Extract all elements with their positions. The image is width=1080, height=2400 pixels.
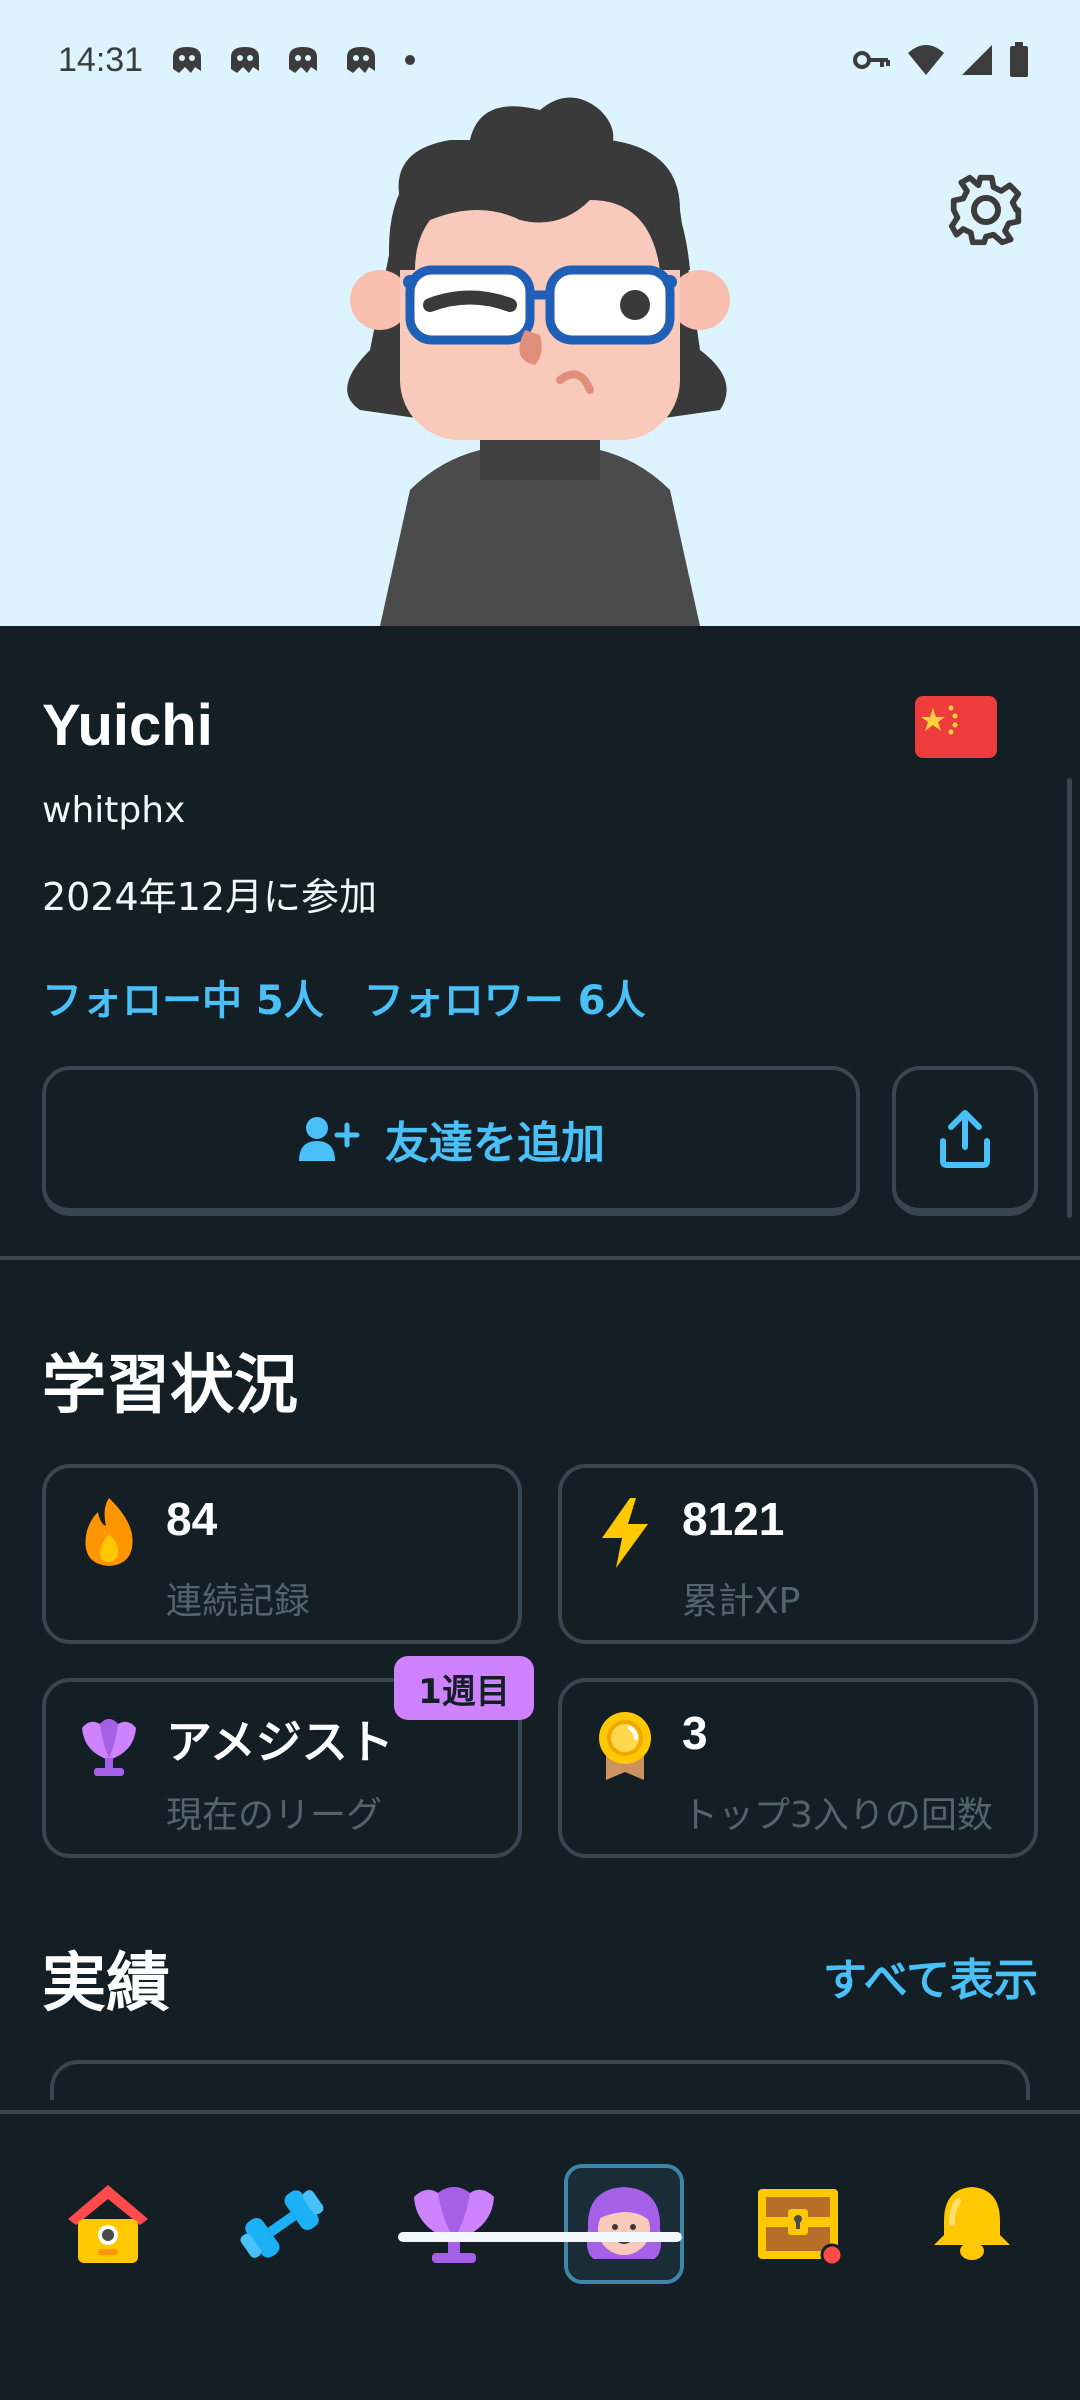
scrollbar[interactable]: [1067, 778, 1072, 1218]
top3-card[interactable]: 3 トップ3入りの回数: [558, 1678, 1038, 1858]
wifi-icon: [908, 45, 944, 75]
league-week-badge: 1週目: [394, 1656, 534, 1720]
top3-value: 3: [682, 1707, 708, 1759]
following-link[interactable]: フォロー中 5人: [42, 968, 324, 1026]
followers-link[interactable]: フォロワー 6人: [364, 968, 646, 1026]
practice-dumbbell-icon: [240, 2190, 324, 2258]
notification-app-icon: [173, 47, 202, 73]
profile-avatar-icon: [586, 2187, 662, 2259]
status-time: 14:31: [58, 40, 144, 79]
display-name: Yuichi: [42, 693, 213, 758]
streak-label: 連続記録: [166, 1581, 311, 1622]
settings-gear-icon[interactable]: [948, 172, 1024, 248]
amethyst-trophy-icon: [82, 1719, 136, 1776]
total-xp-label: 累計XP: [682, 1581, 801, 1622]
nav-notifications[interactable]: [912, 2164, 1032, 2284]
china-flag-icon[interactable]: [915, 696, 997, 758]
username: whitphx: [42, 790, 186, 831]
total-xp-card[interactable]: 8121 累計XP: [558, 1464, 1038, 1644]
section-divider: [0, 1256, 1080, 1260]
achievements-list-peek: [50, 2060, 1030, 2100]
league-value: アメジスト: [166, 1716, 394, 1768]
battery-icon: [1010, 42, 1028, 77]
vpn-key-icon: [853, 51, 890, 69]
total-xp-value: 8121: [682, 1493, 785, 1545]
add-friend-label: 友達を追加: [385, 1118, 605, 1169]
nav-practice[interactable]: [222, 2164, 342, 2284]
share-profile-button[interactable]: [892, 1066, 1038, 1216]
league-trophy-icon: [414, 2187, 494, 2263]
streak-card[interactable]: 84 連続記録: [42, 1464, 522, 1644]
medal-icon: [599, 1712, 651, 1780]
streak-value: 84: [166, 1493, 218, 1545]
treasure-chest-icon: [758, 2189, 844, 2267]
share-icon: [940, 1110, 990, 1168]
more-notifications-dot-icon: [405, 55, 416, 65]
nav-shop[interactable]: [738, 2164, 858, 2284]
nav-leaderboard[interactable]: [394, 2164, 514, 2284]
top3-label: トップ3入りの回数: [682, 1795, 993, 1836]
gesture-home-bar[interactable]: [398, 2232, 682, 2242]
cell-signal-icon: [962, 45, 992, 75]
flame-icon: [85, 1498, 133, 1566]
status-icons: [852, 42, 1030, 78]
notification-app-icon: [231, 47, 260, 73]
notification-app-icon: [347, 47, 376, 73]
home-icon: [68, 2185, 148, 2263]
nav-home[interactable]: [48, 2164, 168, 2284]
joined-date: 2024年12月に参加: [42, 875, 378, 919]
profile-header: 14:31: [0, 0, 1080, 626]
achievements-title: 実績: [42, 1947, 170, 2019]
lightning-icon: [602, 1498, 648, 1568]
league-label: 現在のリーグ: [166, 1795, 383, 1836]
stats-title: 学習状況: [42, 1349, 298, 1421]
see-all-achievements-link[interactable]: すべて表示: [823, 1944, 1038, 2008]
bottom-navigation: [0, 2110, 1080, 2400]
notification-bell-icon: [934, 2187, 1010, 2260]
follow-counts: フォロー中 5人 フォロワー 6人: [42, 968, 646, 1026]
add-person-icon: [299, 1117, 360, 1161]
nav-profile[interactable]: [564, 2164, 684, 2284]
notification-app-icon: [289, 47, 318, 73]
user-avatar-illustration: [347, 97, 730, 626]
status-bar: 14:31: [58, 30, 1030, 90]
add-friend-button[interactable]: 友達を追加: [42, 1066, 860, 1216]
